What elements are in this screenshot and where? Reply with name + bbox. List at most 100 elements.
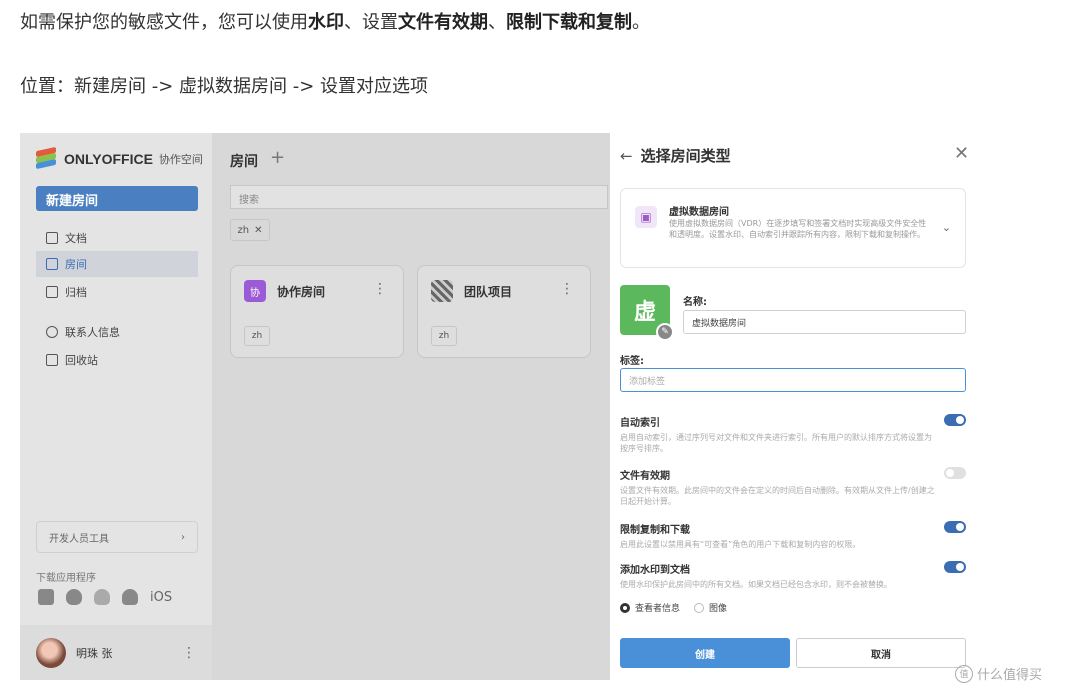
close-icon[interactable]: ✕ (254, 225, 262, 236)
ios-link[interactable]: iOS (150, 590, 172, 605)
developer-tools-label: 开发人员工具 (49, 533, 109, 545)
archive-icon (46, 286, 58, 298)
sidebar-item-label: 联系人信息 (65, 326, 120, 339)
radio-viewer-info[interactable]: 查看者信息 (620, 601, 680, 614)
logo-subtitle: 协作空间 (158, 153, 203, 166)
article-line-1: 如需保护您的敏感文件，您可以使用水印、设置文件有效期、限制下载和复制。 (20, 8, 650, 34)
file-lifetime-toggle[interactable] (944, 467, 966, 479)
apple-icon[interactable] (66, 589, 82, 605)
radio-unchecked-icon (694, 602, 705, 613)
restrict-copy-toggle[interactable] (944, 521, 966, 533)
option-description: 启用自动索引，通过序列号对文件和文件夹进行索引。所有用户的默认排序方式将设置为按… (620, 433, 932, 453)
search-input[interactable]: 搜索 (230, 185, 608, 209)
article-text: 如需保护您的敏感文件，您可以使用 (20, 12, 308, 33)
room-type-name: 虚拟数据房间 (669, 207, 729, 218)
chevron-down-icon[interactable]: ⌄ (942, 221, 951, 234)
article-bold-expiry: 文件有效期 (398, 12, 488, 33)
more-vertical-icon[interactable]: ⋮ (373, 281, 387, 297)
site-watermark: 值 什么值得买 (955, 664, 1042, 683)
filter-chip[interactable]: zh ✕ (230, 219, 270, 241)
radio-label: 查看者信息 (635, 604, 681, 614)
room-tag[interactable]: zh (244, 326, 270, 346)
watermark-type-radios: 查看者信息 图像 (620, 601, 727, 614)
user-bar[interactable]: 明珠 张 ⋮ (20, 625, 212, 680)
developer-tools-button[interactable]: 开发人员工具 › (36, 521, 198, 553)
sidebar-item-documents[interactable]: 文档 (36, 225, 198, 251)
site-logo-icon: 值 (955, 664, 973, 683)
article-bold-restrict: 限制下载和复制 (506, 12, 632, 33)
option-title: 添加水印到文档 (620, 565, 690, 576)
sidebar-item-rooms[interactable]: 房间 (36, 251, 198, 277)
logo-text: ONLYOFFICE (64, 151, 153, 167)
create-button[interactable]: 创建 (620, 638, 790, 668)
tags-label: 标签: (620, 356, 644, 367)
sidebar-item-label: 房间 (65, 258, 87, 271)
room-title: 协作房间 (277, 285, 326, 299)
room-title: 团队项目 (464, 285, 513, 299)
room-type-description: 使用虚拟数据房间（VDR）在逐步填写和签署文档时实现高级文件安全性和透明度。设置… (669, 219, 927, 239)
more-vertical-icon[interactable]: ⋮ (560, 281, 574, 297)
name-input[interactable]: 虚拟数据房间 (683, 310, 966, 334)
chevron-right-icon: › (181, 531, 185, 543)
name-label: 名称: (683, 297, 707, 308)
radio-image[interactable]: 图像 (694, 601, 727, 614)
windows-icon[interactable] (38, 589, 54, 605)
pencil-icon[interactable]: ✎ (656, 323, 674, 341)
option-file-lifetime: 文件有效期 设置文件有效期。此房间中的文件会在定义的时间后自动删除。有效期从文件… (620, 467, 966, 507)
people-icon (46, 326, 58, 338)
sidebar-item-archive[interactable]: 归档 (36, 279, 198, 305)
close-icon[interactable]: ✕ (954, 143, 969, 164)
plus-icon[interactable]: + (270, 147, 285, 168)
sidebar-item-label: 文档 (65, 232, 87, 245)
grid-icon (46, 258, 58, 270)
option-description: 启用此设置以禁用具有“可查看”角色的用户下载和复制内容的权限。 (620, 540, 861, 549)
cancel-button[interactable]: 取消 (796, 638, 966, 668)
sidebar-item-trash[interactable]: 回收站 (36, 347, 198, 373)
onlyoffice-logo-icon (36, 146, 58, 170)
download-apps-label: 下载应用程序 (36, 573, 96, 584)
option-description: 使用水印保护此房间中的所有文档。如果文档已经包含水印，则不会被替换。 (620, 580, 892, 589)
option-restrict-copy-download: 限制复制和下载 启用此设置以禁用具有“可查看”角色的用户下载和复制内容的权限。 (620, 521, 966, 550)
option-auto-index: 自动索引 启用自动索引，通过序列号对文件和文件夹进行索引。所有用户的默认排序方式… (620, 414, 966, 454)
room-type-panel: ← 选择房间类型 ✕ ▣ 虚拟数据房间 使用虚拟数据房间（VDR）在逐步填写和签… (610, 133, 978, 680)
room-card[interactable]: 团队项目 ⋮ zh (417, 265, 591, 358)
platform-links: iOS (38, 589, 172, 605)
option-title: 文件有效期 (620, 471, 670, 482)
option-description: 设置文件有效期。此房间中的文件会在定义的时间后自动删除。有效期从文件上传/创建之… (620, 486, 935, 506)
sidebar: ONLYOFFICE 协作空间 新建房间 文档 房间 归档 联系人信息 回收站 … (20, 133, 212, 680)
room-tag[interactable]: zh (431, 326, 457, 346)
radio-label: 图像 (709, 604, 728, 614)
article-text: 、 (488, 12, 506, 33)
room-card[interactable]: 协 协作房间 ⋮ zh (230, 265, 404, 358)
back-arrow-icon[interactable]: ← (620, 147, 633, 165)
sidebar-item-contacts[interactable]: 联系人信息 (36, 319, 198, 345)
tags-input[interactable]: 添加标签 (620, 368, 966, 392)
panel-header: ← 选择房间类型 (620, 145, 731, 166)
trash-icon (46, 354, 58, 366)
panel-title: 选择房间类型 (640, 147, 731, 165)
article-text: 、设置 (344, 12, 398, 33)
sidebar-item-label: 归档 (65, 286, 87, 299)
room-icon (431, 280, 453, 302)
watermark-toggle[interactable] (944, 561, 966, 573)
article-text: 。 (632, 12, 650, 33)
user-name: 明珠 张 (76, 646, 113, 660)
screenshot-frame: ONLYOFFICE 协作空间 新建房间 文档 房间 归档 联系人信息 回收站 … (20, 133, 978, 680)
android-icon[interactable] (122, 589, 138, 605)
document-icon (46, 232, 58, 244)
auto-index-toggle[interactable] (944, 414, 966, 426)
radio-checked-icon (620, 602, 630, 613)
linux-icon[interactable] (94, 589, 110, 605)
article-line-2: 位置：新建房间 -> 虚拟数据房间 -> 设置对应选项 (20, 76, 429, 97)
filter-chip-label: zh (237, 224, 250, 236)
logo[interactable]: ONLYOFFICE 协作空间 (36, 146, 203, 170)
room-icon: 协 (244, 280, 266, 302)
more-vertical-icon[interactable]: ⋮ (182, 645, 196, 661)
room-type-selector[interactable]: ▣ 虚拟数据房间 使用虚拟数据房间（VDR）在逐步填写和签署文档时实现高级文件安… (620, 188, 966, 268)
main-area: 房间 + 搜索 zh ✕ 协 协作房间 ⋮ zh 团队项目 ⋮ zh (212, 133, 610, 680)
vdr-icon: ▣ (635, 206, 657, 228)
sidebar-item-label: 回收站 (65, 354, 98, 367)
avatar[interactable] (36, 637, 66, 668)
option-title: 限制复制和下载 (620, 525, 690, 536)
new-room-button[interactable]: 新建房间 (36, 186, 198, 211)
